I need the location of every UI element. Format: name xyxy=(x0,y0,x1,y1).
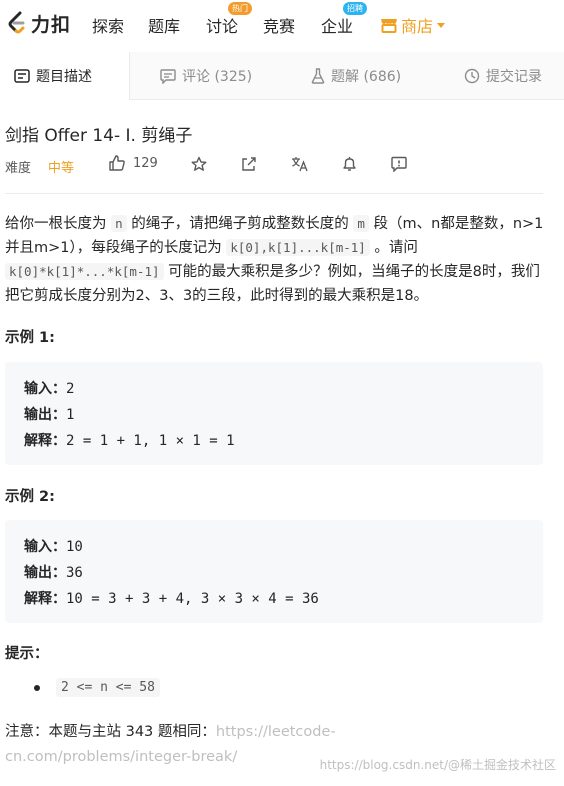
inline-code: n xyxy=(111,215,127,232)
like-count: 129 xyxy=(133,155,158,171)
tip-item: 2 <= n <= 58 xyxy=(34,678,160,697)
translate-icon[interactable] xyxy=(291,156,308,172)
nav-explore[interactable]: 探索 xyxy=(92,13,124,37)
clock-icon xyxy=(464,68,480,84)
watermark: https://blog.csdn.net/@稀土掘金技术社区 xyxy=(319,758,556,772)
nav-discuss-label: 讨论 xyxy=(206,17,239,36)
example-2-output: 输出：36 xyxy=(24,560,524,586)
tab-description-label: 题目描述 xyxy=(36,69,92,85)
problem-title: 剑指 Offer 14- I. 剪绳子 xyxy=(5,126,193,146)
desc-text: 。请问 xyxy=(369,240,418,256)
output-label: 输出： xyxy=(24,407,66,423)
tab-description[interactable]: 题目描述 xyxy=(0,52,130,100)
chevron-down-icon xyxy=(437,22,446,28)
tab-comments-label: 评论 (325) xyxy=(182,69,253,85)
example-1-box: 输入：2 输出：1 解释：2 = 1 + 1, 1 × 1 = 1 xyxy=(5,362,543,465)
nav-problemset[interactable]: 题库 xyxy=(148,13,180,37)
tab-solutions[interactable]: 题解 (686) xyxy=(311,52,401,100)
problem-meta: 难度 中等 129 xyxy=(5,155,545,177)
example-2-box: 输入：10 输出：36 解释：10 = 3 + 3 + 4, 3 × 3 × 4… xyxy=(5,520,543,623)
example-2-input: 输入：10 xyxy=(24,534,524,560)
nav-problemset-label: 题库 xyxy=(148,17,181,36)
star-icon[interactable] xyxy=(191,156,207,172)
input-label: 输入： xyxy=(24,381,66,397)
explain-value: 2 = 1 + 1, 1 × 1 = 1 xyxy=(66,433,235,449)
note-text: 注意：本题与主站 343 题相同： xyxy=(5,724,216,740)
input-label: 输入： xyxy=(24,539,66,555)
store-icon xyxy=(381,19,397,33)
tab-solutions-label: 题解 (686) xyxy=(331,69,402,85)
tab-submissions-label: 提交记录 xyxy=(486,69,542,85)
input-value: 2 xyxy=(66,381,75,397)
output-value: 1 xyxy=(66,407,75,423)
problem-description: 给你一根长度为 n 的绳子，请把绳子剪成整数长度的 m 段（m、n都是整数，n>… xyxy=(5,212,545,308)
divider xyxy=(5,193,543,194)
nav-contest-label: 竞赛 xyxy=(263,17,296,36)
explain-label: 解释： xyxy=(24,433,66,449)
difficulty-value: 中等 xyxy=(48,161,75,176)
desc-text: 的绳子，请把绳子剪成整数长度的 xyxy=(126,216,354,232)
input-value: 10 xyxy=(66,539,83,555)
output-label: 输出： xyxy=(24,565,66,581)
example-1-explain: 解释：2 = 1 + 1, 1 × 1 = 1 xyxy=(24,428,524,454)
problem-tabs: 题目描述 评论 (325) 题解 (686) 提交记录 xyxy=(0,52,564,100)
tab-submissions[interactable]: 提交记录 xyxy=(464,52,542,100)
output-value: 36 xyxy=(66,565,83,581)
share-icon[interactable] xyxy=(241,156,257,172)
example-2-explain: 解释：10 = 3 + 3 + 4, 3 × 3 × 4 = 36 xyxy=(24,586,524,612)
bullet-icon xyxy=(34,684,40,691)
hot-badge: 热门 xyxy=(228,2,252,15)
tip-code: 2 <= n <= 58 xyxy=(56,678,160,697)
desc-text: 给你一根长度为 xyxy=(5,216,112,232)
doc-icon xyxy=(14,69,30,83)
explain-value: 10 = 3 + 3 + 4, 3 × 3 × 4 = 36 xyxy=(66,591,319,607)
inline-code: k[0],k[1]...k[m-1] xyxy=(226,239,370,256)
inline-code: k[0]*k[1]*...*k[m-1] xyxy=(5,263,164,280)
tab-comments[interactable]: 评论 (325) xyxy=(160,52,252,100)
example-1-output: 输出：1 xyxy=(24,402,524,428)
leetcode-logo[interactable]: 力扣 xyxy=(6,10,71,37)
explain-label: 解释： xyxy=(24,591,66,607)
nav-discuss[interactable]: 讨论 热门 xyxy=(206,2,252,37)
thumbs-up-icon xyxy=(109,155,125,171)
nav-store-label: 商店 xyxy=(401,17,434,36)
nav-enterprise-label: 企业 xyxy=(321,17,354,36)
flask-icon xyxy=(311,68,325,84)
nav-contest[interactable]: 竞赛 xyxy=(263,13,295,37)
like-button[interactable]: 129 xyxy=(109,155,158,171)
comment-icon xyxy=(160,68,176,84)
example-2-title: 示例 2: xyxy=(5,489,55,505)
logo-text: 力扣 xyxy=(31,13,72,36)
hiring-badge: 招聘 xyxy=(343,2,367,15)
inline-code: m xyxy=(353,215,369,232)
tips-title: 提示： xyxy=(5,646,49,662)
bell-icon[interactable] xyxy=(342,156,357,172)
nav-explore-label: 探索 xyxy=(92,17,125,36)
leetcode-logo-icon xyxy=(8,11,25,34)
nav-store[interactable]: 商店 xyxy=(380,13,446,37)
difficulty-label: 难度 xyxy=(5,161,32,176)
nav-enterprise[interactable]: 企业 招聘 xyxy=(321,2,367,37)
top-navigation: 力扣 探索 题库 讨论 热门 竞赛 企业 招聘 商店 xyxy=(0,0,564,46)
feedback-icon[interactable] xyxy=(391,156,407,172)
example-1-title: 示例 1: xyxy=(5,330,55,346)
example-1-input: 输入：2 xyxy=(24,376,524,402)
